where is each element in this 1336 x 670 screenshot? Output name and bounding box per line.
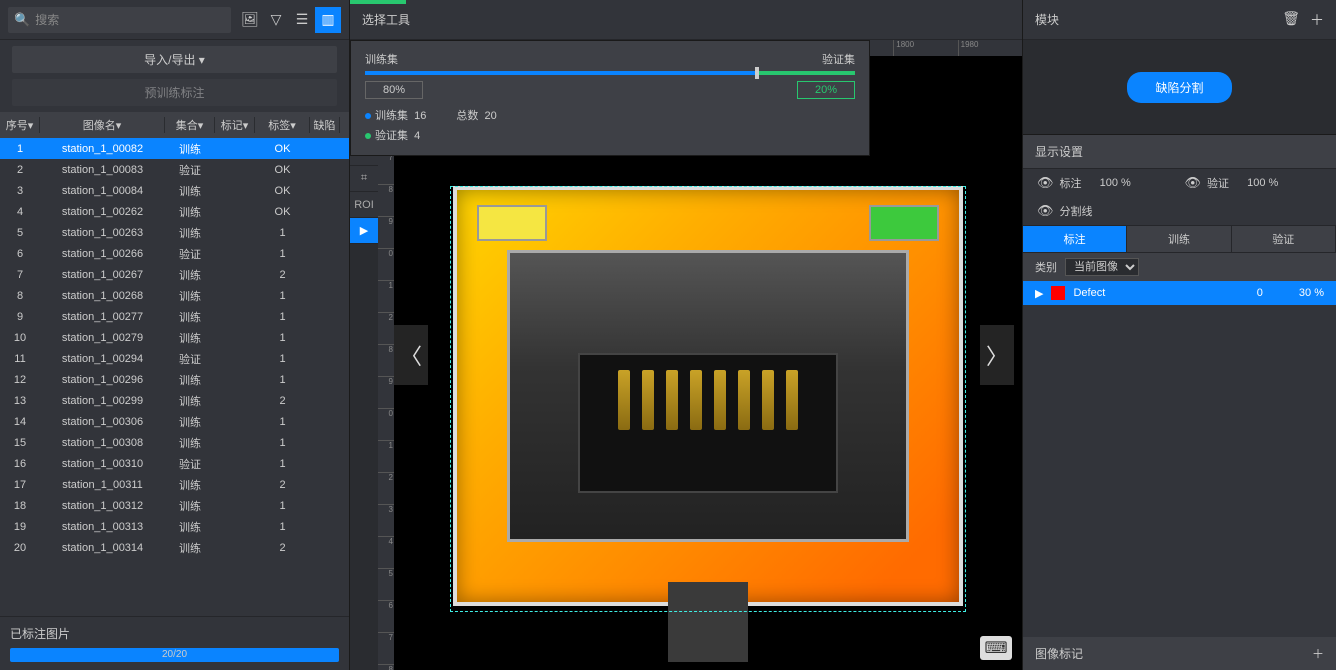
eye-label-icon[interactable]: 👁 bbox=[1037, 175, 1054, 191]
dataset-split-panel: 训练集 验证集 80% 20% 训练集 16 总数 20 验证集 4 bbox=[350, 40, 870, 156]
filter-icon[interactable]: ▽ bbox=[263, 7, 289, 33]
eye-valid-icon[interactable]: 👁 bbox=[1185, 175, 1202, 191]
labeled-images-label: 已标注图片 bbox=[10, 625, 339, 642]
label-progress: 20/20 bbox=[10, 648, 339, 662]
image-mark-title: 图像标记 bbox=[1035, 645, 1083, 662]
search-icon: 🔍 bbox=[14, 12, 30, 28]
pretrain-button[interactable]: 预训练标注 bbox=[12, 79, 337, 106]
module-defect-seg-button[interactable]: 缺陷分割 bbox=[1127, 72, 1231, 103]
class-label: 类别 bbox=[1035, 259, 1057, 275]
right-panel: 模块 🗑 ＋ 缺陷分割 显示设置 👁标注 100 % 👁验证 100 % 👁分割… bbox=[1022, 0, 1336, 670]
add-image-mark-icon[interactable]: ＋ bbox=[1312, 645, 1324, 662]
class-count: 0 bbox=[1257, 287, 1263, 299]
search-input[interactable]: 🔍 搜索 bbox=[8, 7, 231, 33]
table-row[interactable]: 16station_1_00310验证1 bbox=[0, 453, 349, 474]
class-name: Defect bbox=[1073, 287, 1105, 299]
table-row[interactable]: 3station_1_00084训练OK bbox=[0, 180, 349, 201]
prev-image-button[interactable]: 〈 bbox=[394, 325, 428, 385]
table-row[interactable]: 17station_1_00311训练2 bbox=[0, 474, 349, 495]
table-row[interactable]: 1station_1_00082训练OK bbox=[0, 138, 349, 159]
delete-module-icon[interactable]: 🗑 bbox=[1282, 10, 1300, 30]
table-header: 序号▾ 图像名▾ 集合▾ 标记▾ 标签▾ 缺陷 bbox=[0, 112, 349, 138]
expand-icon[interactable]: ▶ bbox=[1035, 287, 1043, 300]
tool-crop[interactable]: ⌗ bbox=[350, 166, 378, 192]
col-idx[interactable]: 序号▾ bbox=[0, 117, 40, 133]
table-row[interactable]: 2station_1_00083验证OK bbox=[0, 159, 349, 180]
import-export-button[interactable]: 导入/导出 ▾ bbox=[12, 46, 337, 73]
table-row[interactable]: 18station_1_00312训练1 bbox=[0, 495, 349, 516]
tab-label[interactable]: 标注 bbox=[1023, 226, 1127, 252]
left-panel: 🔍 搜索 🖼 ▽ ☰ ▥ 导入/导出 ▾ 预训练标注 序号▾ 图像名▾ 集合▾ … bbox=[0, 0, 350, 670]
tool-roi[interactable]: ROI bbox=[350, 192, 378, 218]
valid-pct-box[interactable]: 20% bbox=[797, 81, 855, 99]
search-placeholder: 搜索 bbox=[35, 11, 59, 28]
image-filter-icon[interactable]: 🖼 bbox=[237, 7, 263, 33]
table-row[interactable]: 8station_1_00268训练1 bbox=[0, 285, 349, 306]
eye-split-icon[interactable]: 👁 bbox=[1037, 203, 1054, 219]
class-item-defect[interactable]: ▶ Defect 0 30 % bbox=[1023, 281, 1336, 305]
train-set-label: 训练集 bbox=[365, 51, 398, 67]
table-row[interactable]: 20station_1_00314训练2 bbox=[0, 537, 349, 558]
center-panel: 选择工具 训练集 验证集 80% 20% 训练集 16 总数 20 验证集 4 bbox=[350, 0, 1022, 670]
table-row[interactable]: 5station_1_00263训练1 bbox=[0, 222, 349, 243]
valid-set-label: 验证集 bbox=[822, 51, 855, 67]
split-slider[interactable] bbox=[365, 71, 855, 75]
tool-select-title: 选择工具 bbox=[362, 11, 410, 28]
table-row[interactable]: 10station_1_00279训练1 bbox=[0, 327, 349, 348]
led-green bbox=[869, 205, 939, 241]
color-swatch bbox=[1051, 286, 1065, 300]
led-yellow bbox=[477, 205, 547, 241]
table-row[interactable]: 12station_1_00296训练1 bbox=[0, 369, 349, 390]
train-pct-box[interactable]: 80% bbox=[365, 81, 423, 99]
active-tag-indicator bbox=[350, 0, 406, 4]
table-row[interactable]: 11station_1_00294验证1 bbox=[0, 348, 349, 369]
table-row[interactable]: 14station_1_00306训练1 bbox=[0, 411, 349, 432]
col-defect[interactable]: 缺陷 bbox=[310, 117, 340, 133]
table-row[interactable]: 13station_1_00299训练2 bbox=[0, 390, 349, 411]
add-module-icon[interactable]: ＋ bbox=[1310, 10, 1324, 30]
table-row[interactable]: 6station_1_00266验证1 bbox=[0, 243, 349, 264]
grid-view-icon[interactable]: ▥ bbox=[315, 7, 341, 33]
table-row[interactable]: 9station_1_00277训练1 bbox=[0, 306, 349, 327]
col-tag[interactable]: 标签▾ bbox=[255, 117, 310, 133]
tool-select[interactable]: ▶ bbox=[350, 218, 378, 244]
keyboard-icon[interactable]: ⌨ bbox=[980, 636, 1012, 660]
class-scope-select[interactable]: 当前图像 bbox=[1065, 258, 1139, 276]
image-table-body: 1station_1_00082训练OK2station_1_00083验证OK… bbox=[0, 138, 349, 616]
next-image-button[interactable]: 〉 bbox=[980, 325, 1014, 385]
progress-text: 20/20 bbox=[10, 648, 339, 662]
tab-train[interactable]: 训练 bbox=[1127, 226, 1231, 252]
module-title: 模块 bbox=[1035, 11, 1059, 28]
tab-valid[interactable]: 验证 bbox=[1232, 226, 1336, 252]
table-row[interactable]: 7station_1_00267训练2 bbox=[0, 264, 349, 285]
table-row[interactable]: 19station_1_00313训练1 bbox=[0, 516, 349, 537]
col-set[interactable]: 集合▾ bbox=[165, 117, 215, 133]
table-row[interactable]: 15station_1_00308训练1 bbox=[0, 432, 349, 453]
col-name[interactable]: 图像名▾ bbox=[40, 117, 165, 133]
list-view-icon[interactable]: ☰ bbox=[289, 7, 315, 33]
display-settings-title: 显示设置 bbox=[1023, 135, 1336, 169]
col-mark[interactable]: 标记▾ bbox=[215, 117, 255, 133]
class-pct: 30 % bbox=[1299, 287, 1324, 299]
table-row[interactable]: 4station_1_00262训练OK bbox=[0, 201, 349, 222]
